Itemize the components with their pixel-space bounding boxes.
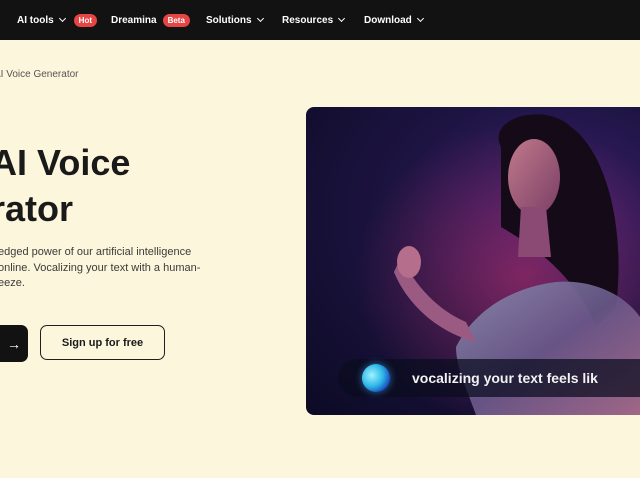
nav-solutions[interactable]: Solutions [206, 0, 266, 40]
hero-description-line3: eeze. [0, 277, 25, 289]
hero-description-line1: edged power of our artificial intelligen… [0, 246, 192, 258]
beta-badge: Beta [162, 13, 190, 27]
nav-resources[interactable]: Resources [282, 0, 347, 40]
page-title-line2: rator [0, 188, 74, 229]
hero-description-line2: online. Vocalizing your text with a huma… [0, 261, 201, 274]
hot-badge: Hot [73, 13, 97, 27]
nav-dreamina-label: Dreamina [111, 14, 157, 26]
chevron-down-icon [256, 14, 264, 23]
voice-caption-text: vocalizing your text feels lik [412, 370, 598, 386]
nav-ai-tools[interactable]: AI tools Hot [17, 0, 97, 40]
hero-media-card: vocalizing your text feels lik [306, 107, 640, 415]
nav-solutions-label: Solutions [206, 14, 252, 26]
chevron-down-icon [416, 14, 424, 23]
page-title: AI Voice rator [0, 140, 130, 232]
arrow-right-icon: → [7, 335, 21, 352]
top-nav: AI tools Hot Dreamina Beta Solutions Res… [0, 0, 640, 40]
voice-caption-bar: vocalizing your text feels lik [338, 359, 640, 397]
nav-ai-tools-label: AI tools [17, 14, 54, 26]
hero-description: edged power of our artificial intelligen… [0, 245, 228, 292]
chevron-down-icon [338, 14, 346, 23]
nav-download-label: Download [364, 14, 412, 26]
voice-orb-icon [362, 364, 390, 392]
nav-dreamina[interactable]: Dreamina Beta [111, 0, 190, 40]
get-started-button[interactable]: → [0, 325, 28, 362]
breadcrumb: AI Voice Generator [0, 69, 79, 80]
sign-up-button[interactable]: Sign up for free [40, 325, 165, 360]
chevron-down-icon [58, 14, 66, 23]
page-title-line1: AI Voice [0, 142, 131, 183]
nav-resources-label: Resources [282, 14, 334, 26]
nav-download[interactable]: Download [364, 0, 426, 40]
